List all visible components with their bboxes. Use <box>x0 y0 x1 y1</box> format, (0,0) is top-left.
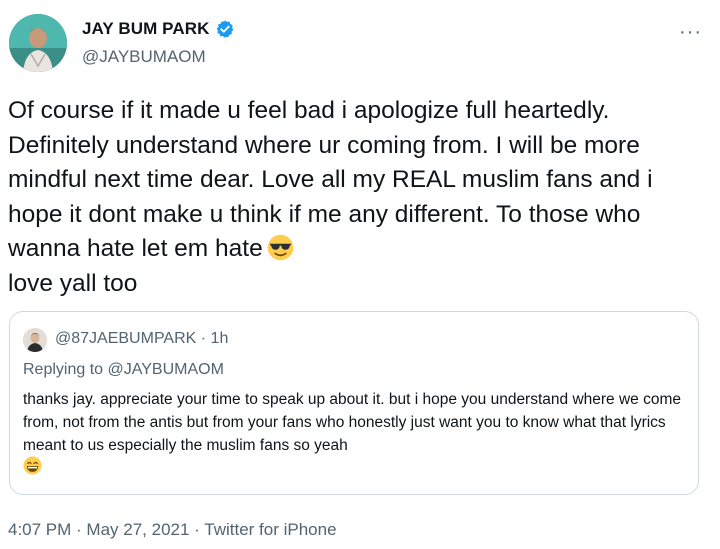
avatar-photo <box>9 14 67 72</box>
tweet-meta: 4:07 PM · May 27, 2021 · Twitter for iPh… <box>8 520 337 540</box>
replying-to-prefix: Replying to <box>23 361 108 378</box>
tweet-text: Of course if it made u feel bad i apolog… <box>8 94 708 301</box>
replying-to-handle[interactable]: @JAYBUMAOM <box>108 361 224 378</box>
tweet-time[interactable]: 4:07 PM <box>8 520 71 539</box>
tweet-body-tail: love yall too <box>8 269 138 297</box>
author-avatar[interactable] <box>9 14 67 72</box>
meta-separator-2: · <box>189 520 205 539</box>
tweet-source[interactable]: Twitter for iPhone <box>204 520 336 539</box>
quoted-timestamp[interactable]: 1h <box>211 330 229 347</box>
author-handle[interactable]: @JAYBUMAOM <box>82 47 206 67</box>
author-name-row: JAY BUM PARK <box>82 19 235 39</box>
replying-to-line: Replying to @JAYBUMAOM <box>23 361 224 379</box>
quoted-author-avatar[interactable] <box>23 328 47 352</box>
quoted-tweet[interactable]: @87JAEBUMPARK · 1h Replying to @JAYBUMAO… <box>9 311 699 495</box>
verified-badge-icon <box>215 19 235 39</box>
more-options-icon[interactable]: ··· <box>679 22 702 42</box>
meta-separator-1: · <box>71 520 87 539</box>
author-display-name[interactable]: JAY BUM PARK <box>82 19 209 39</box>
quoted-separator: · <box>196 330 211 347</box>
quoted-tweet-text: thanks jay. appreciate your time to spea… <box>23 391 681 454</box>
grinning-emoji-icon <box>23 456 42 475</box>
sunglasses-emoji-icon <box>267 234 294 261</box>
tweet-body: Of course if it made u feel bad i apolog… <box>8 97 660 262</box>
tweet-date[interactable]: May 27, 2021 <box>86 520 189 539</box>
quoted-author-row: @87JAEBUMPARK · 1h <box>55 330 228 348</box>
tweet: JAY BUM PARK @JAYBUMAOM ··· Of course if… <box>0 0 720 549</box>
quoted-author-handle[interactable]: @87JAEBUMPARK <box>55 330 196 347</box>
quoted-avatar-photo <box>23 328 47 352</box>
